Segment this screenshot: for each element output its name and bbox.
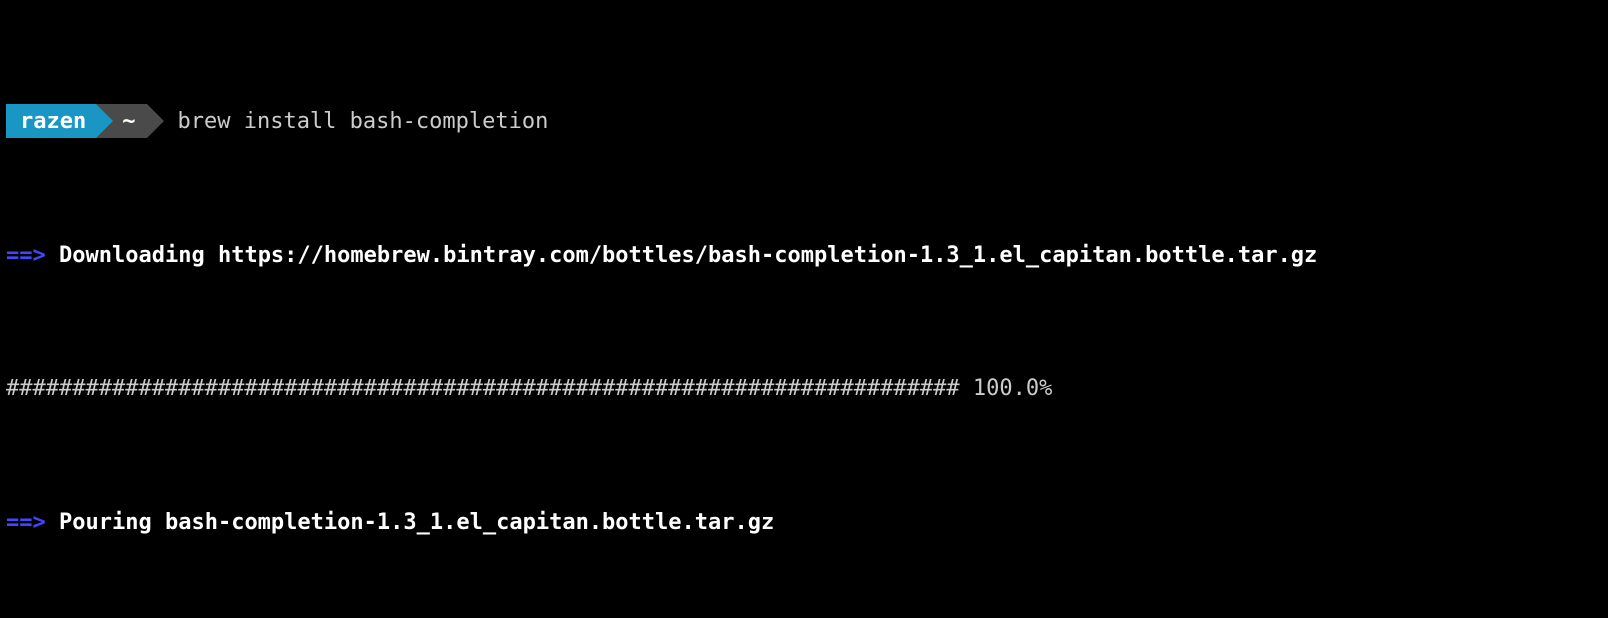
prompt-line: razen ~ brew install bash-completion: [6, 104, 1602, 138]
pouring-label: Pouring: [59, 510, 152, 535]
progress-bar: ########################################…: [6, 372, 1602, 405]
prompt-user: razen: [20, 105, 86, 138]
prompt-path: ~: [122, 105, 135, 138]
arrow-icon: ==>: [6, 243, 46, 268]
download-url: https://homebrew.bintray.com/bottles/bas…: [218, 243, 1317, 268]
pouring-file: bash-completion-1.3_1.el_capitan.bottle.…: [165, 510, 774, 535]
prompt-user-segment: razen: [6, 104, 96, 138]
terminal-window[interactable]: razen ~ brew install bash-completion ==> D…: [0, 0, 1608, 618]
downloading-label: Downloading: [59, 243, 205, 268]
output-downloading: ==> Downloading https://homebrew.bintray…: [6, 239, 1602, 272]
command-text: brew install bash-completion: [147, 105, 548, 138]
arrow-icon: ==>: [6, 510, 46, 535]
output-pouring: ==> Pouring bash-completion-1.3_1.el_cap…: [6, 506, 1602, 539]
